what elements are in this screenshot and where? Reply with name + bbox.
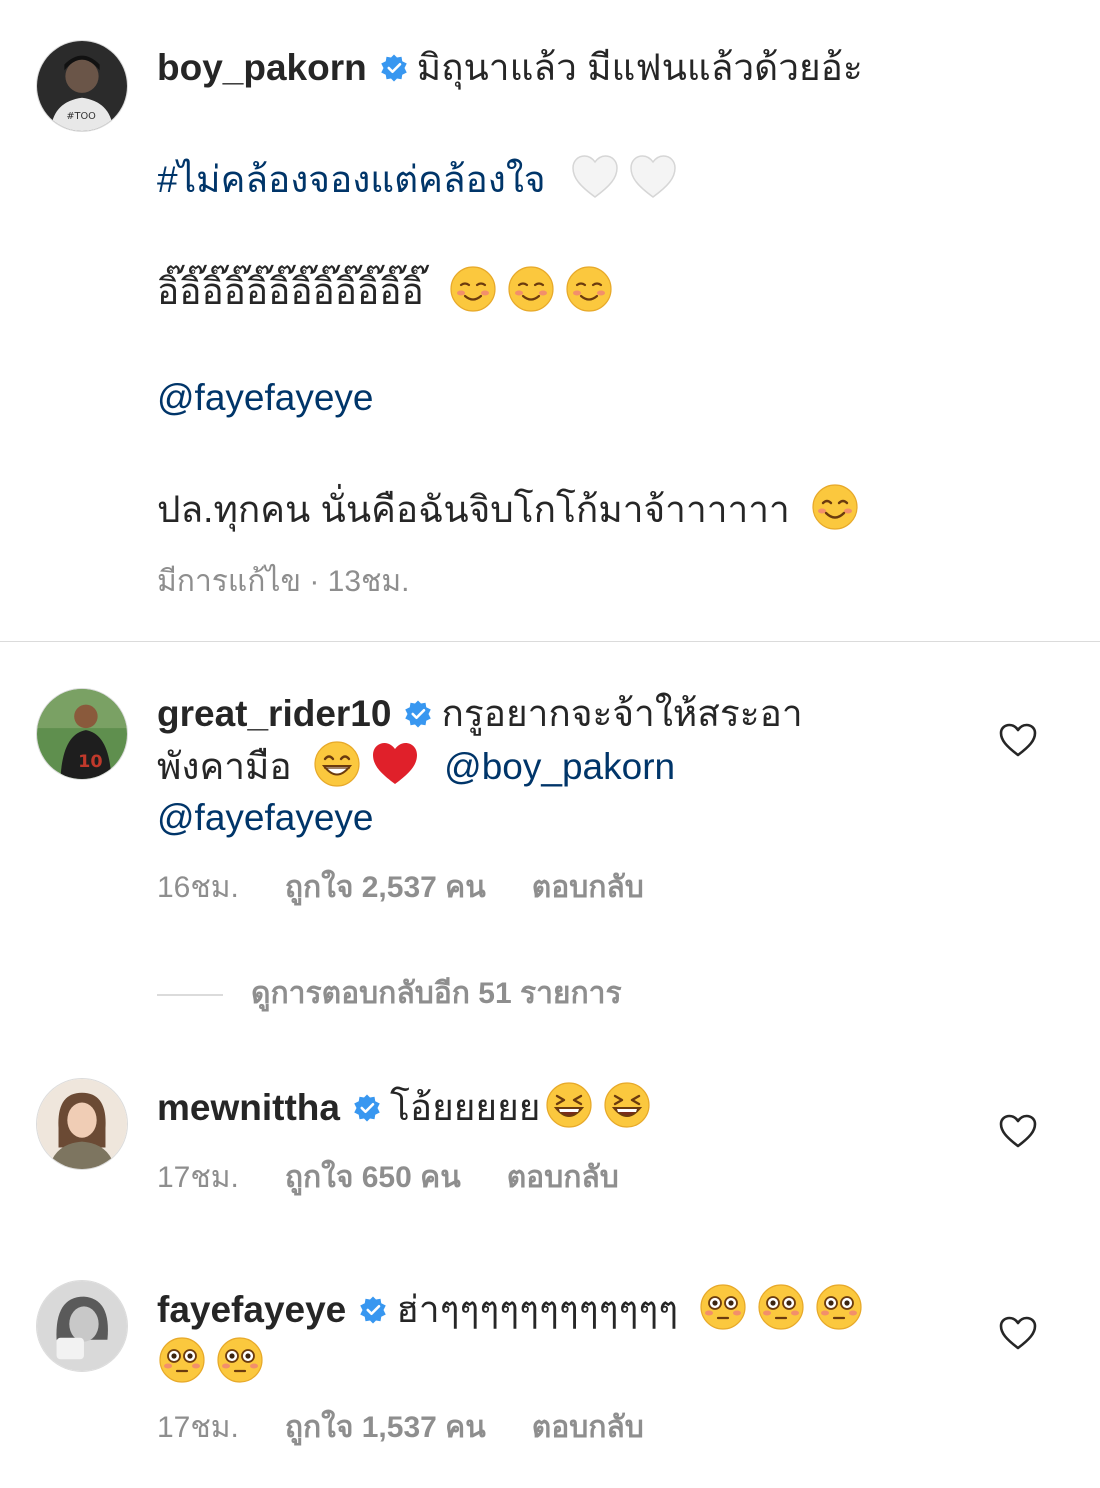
comment-mewnittha: mewnittha โอ้ยยยยย [157,1080,977,1133]
comment-username[interactable]: great_rider10 [157,693,391,734]
divider [0,641,1100,642]
comment-likes[interactable]: ถูกใจ 2,537 คน [285,864,486,911]
reply-button[interactable]: ตอบกลับ [532,1404,644,1451]
reply-button[interactable]: ตอบกลับ [532,864,644,911]
flushed-face-emoji [814,1282,864,1332]
flushed-face-emoji [215,1335,265,1385]
caption-line-3: อิ๊อิ๊อิ๊อิ๊อิ๊อิ๊อิ๊อิ๊อิ๊อิ๊อิ๊อิ๊ [157,264,618,320]
comment-meta: 16ชม. ถูกใจ 2,537 คน ตอบกลับ [157,864,644,911]
white-heart-emoji [628,152,678,202]
comment-likes[interactable]: ถูกใจ 1,537 คน [285,1404,486,1451]
replies-rule [157,994,223,997]
comment-likes[interactable]: ถูกใจ 650 คน [285,1154,461,1201]
smiling-face-emoji [810,482,860,532]
comment-great-rider10: great_rider10 กรูอยากจะจ้าให้สระอา พังคาม… [157,688,977,843]
verified-icon [403,699,433,729]
verified-icon [379,53,409,83]
laughing-squint-emoji [602,1080,652,1130]
comment-text-1: ฮ่าๆๆๆๆๆๆๆๆๆๆๆๆ [396,1289,679,1330]
svg-text:#TOO: #TOO [66,111,96,122]
comment-text-1: กรูอยากจะจ้าให้สระอา [441,693,803,734]
caption-mention[interactable]: @fayefayeye [157,377,374,418]
caption-line-2: #ไม่คล้องจองแต่คล้องใจ [157,152,682,208]
comment-time: 17ชม. [157,1411,239,1444]
caption-line-4: @fayefayeye [157,370,374,426]
comment-username[interactable]: mewnittha [157,1087,340,1128]
verified-icon [352,1093,382,1123]
flushed-face-emoji [756,1282,806,1332]
avatar-great-rider10[interactable]: 10 [36,688,128,780]
avatar-fayefayeye[interactable] [36,1280,128,1372]
comment-mention[interactable]: @boy_pakorn [444,746,675,787]
blushing-smile-emoji [448,264,498,314]
view-replies-button[interactable]: ดูการตอบกลับอีก 51 รายการ [157,970,622,1017]
red-heart-emoji [370,739,420,789]
caption-text-5: ปล.ทุกคน นั่นคือฉันจิบโกโก้มาจ้าาาาาา [157,489,790,530]
comment-text-2: พังคามือ [157,746,292,787]
white-heart-emoji [570,152,620,202]
caption-text-3: อิ๊อิ๊อิ๊อิ๊อิ๊อิ๊อิ๊อิ๊อิ๊อิ๊อิ๊อิ๊ [157,271,424,312]
caption-line-5: ปล.ทุกคน นั่นคือฉันจิบโกโก้มาจ้าาาาาา [157,482,864,538]
like-heart-icon[interactable] [998,1113,1038,1149]
caption-meta: มีการแก้ไข · 13ชม. [157,565,410,598]
comment-text-1: โอ้ยยยยย [389,1087,541,1128]
comment-username[interactable]: fayefayeye [157,1289,346,1330]
avatar-mewnittha[interactable] [36,1078,128,1170]
comment-fayefayeye: fayefayeye ฮ่าๆๆๆๆๆๆๆๆๆๆๆๆ [157,1282,977,1388]
caption-line-1: boy_pakorn มิถุนาแล้ว มีแฟนแล้วด้วยอ้ะ [157,40,863,96]
avatar-image: #TOO [37,41,127,131]
comment-meta: 17ชม. ถูกใจ 1,537 คน ตอบกลับ [157,1404,644,1451]
laughing-squint-emoji [544,1080,594,1130]
flushed-face-emoji [698,1282,748,1332]
comment-time: 17ชม. [157,1161,239,1194]
blushing-smile-emoji [506,264,556,314]
caption-text-1: มิถุนาแล้ว มีแฟนแล้วด้วยอ้ะ [416,47,863,88]
comment-mention[interactable]: @fayefayeye [157,797,374,838]
avatar-boy-pakorn[interactable]: #TOO [36,40,128,132]
caption-hashtag[interactable]: #ไม่คล้องจองแต่คล้องใจ [157,159,546,200]
like-heart-icon[interactable] [998,1315,1038,1351]
grinning-face-emoji [312,739,362,789]
flushed-face-emoji [157,1335,207,1385]
verified-icon [358,1295,388,1325]
reply-button[interactable]: ตอบกลับ [507,1154,619,1201]
avatar-image [37,1281,127,1371]
comment-time: 16ชม. [157,871,239,904]
view-replies-label: ดูการตอบกลับอีก 51 รายการ [251,977,622,1010]
avatar-image [37,1079,127,1169]
svg-text:10: 10 [78,752,102,772]
blushing-smile-emoji [564,264,614,314]
like-heart-icon[interactable] [998,722,1038,758]
comment-meta: 17ชม. ถูกใจ 650 คน ตอบกลับ [157,1154,619,1201]
avatar-image: 10 [37,689,127,779]
caption-username[interactable]: boy_pakorn [157,47,367,88]
